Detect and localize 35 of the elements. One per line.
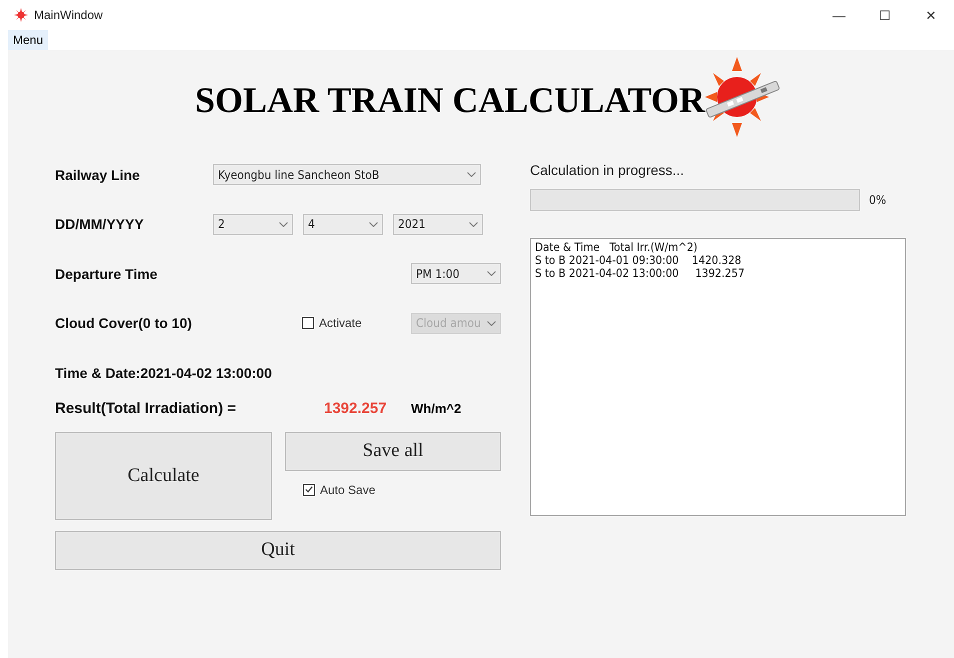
progress-reading: 0% [869,193,886,207]
progress-label: Calculation in progress... [530,162,686,180]
quit-button[interactable]: Quit [55,530,501,570]
result-label: Result(Total Irradiation) = [55,400,237,417]
caret-icon [467,172,476,178]
calculate-button[interactable]: Calculate [55,432,272,520]
caret-icon [369,222,378,227]
close-button[interactable]: ✕ [908,0,954,30]
field-label: DD/MM/YYYY [55,216,145,232]
maximize-button[interactable]: ☐ [862,0,908,30]
app-icon [14,8,28,22]
caret-icon [469,222,478,227]
result-value: 1392.257 [324,400,388,417]
railway-dropdown[interactable]: Kyeongbu line Sancheon StoB [213,164,481,186]
auto-save-checkbox[interactable]: Auto Save [303,482,501,496]
app-title: SOLAR TRAIN CALCULATOR [194,79,706,121]
caret-icon [279,222,288,227]
field-label: Cloud Cover(0 to 10) [55,315,193,332]
date-dropdown[interactable]: 4 [303,214,383,235]
log-line: Date & Time Total Irr.(W/m^2) [535,241,698,254]
time-date-text: Time & Date:2021-04-02 13:00:00 [55,364,272,381]
menu-item[interactable]: Menu [8,30,48,50]
caret-icon [487,320,496,326]
date-dropdown[interactable]: 2 [213,214,293,235]
unit-label: Wh/m^2 [411,401,462,416]
save-all-button[interactable]: Save all [285,432,501,470]
caret-icon [487,271,496,276]
field-label: Railway Line [55,166,141,183]
field-label: Departure Time [55,266,158,282]
time-dropdown[interactable]: PM 1:00 [411,263,501,284]
minimize-button[interactable]: — [816,0,862,30]
log-line: S to B 2021-04-01 09:30:00 1420.328 [535,254,742,267]
log-line: S to B 2021-04-02 13:00:00 1392.257 [535,267,745,280]
date-dropdown[interactable]: 2021 [393,214,483,235]
window-title: MainWindow [34,8,103,22]
